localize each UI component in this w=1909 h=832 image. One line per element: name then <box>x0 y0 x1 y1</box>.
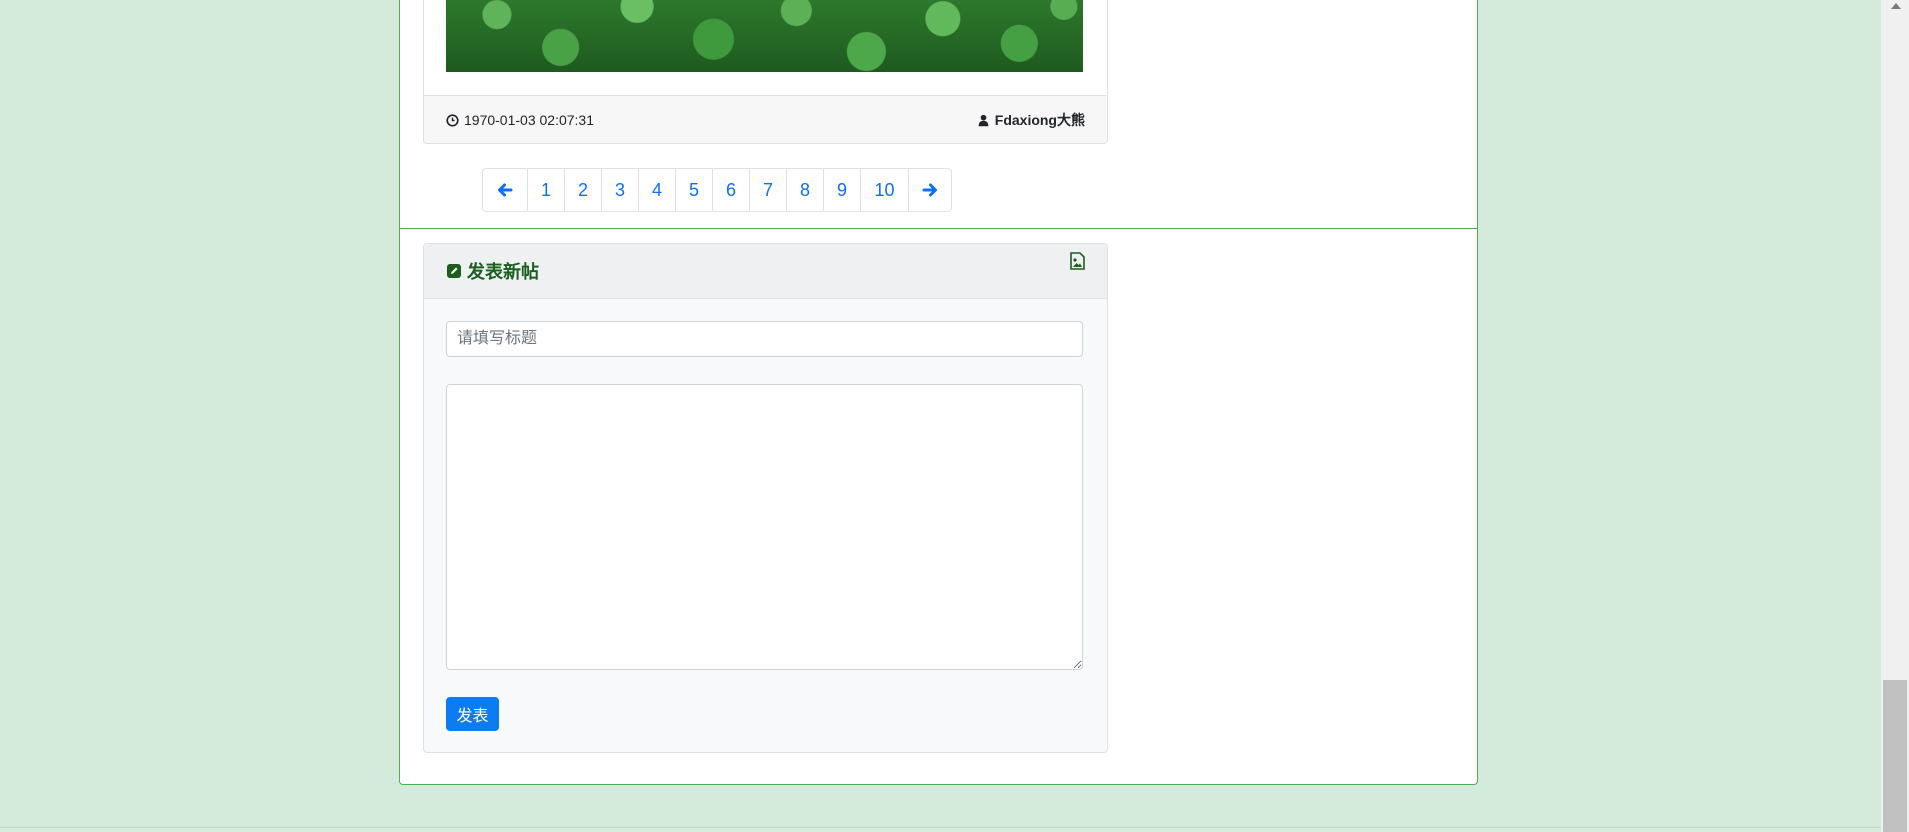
page-link-7[interactable]: 7 <box>749 169 786 211</box>
page-link-10[interactable]: 10 <box>860 169 908 211</box>
scrollbar-thumb[interactable] <box>1883 680 1907 832</box>
new-post-form: 发表新帖 发表 <box>423 243 1108 753</box>
image-upload-button[interactable] <box>1070 251 1085 275</box>
scroll-up-icon[interactable] <box>1891 3 1901 9</box>
post-footer: 1970-01-03 02:07:31 Fdaxiong大熊 <box>424 95 1107 143</box>
post-timestamp: 1970-01-03 02:07:31 <box>464 112 594 128</box>
post-time: 1970-01-03 02:07:31 <box>446 112 594 128</box>
page-link-8[interactable]: 8 <box>786 169 823 211</box>
prev-page-button[interactable] <box>483 169 527 211</box>
clock-icon <box>446 113 459 127</box>
post-author[interactable]: Fdaxiong大熊 <box>977 110 1085 130</box>
new-post-header: 发表新帖 <box>424 244 1107 299</box>
main-container: 1970-01-03 02:07:31 Fdaxiong大熊 1 2 3 4 5… <box>399 0 1478 785</box>
scrollbar[interactable] <box>1881 0 1909 832</box>
new-post-heading: 发表新帖 <box>467 262 539 282</box>
page-link-5[interactable]: 5 <box>675 169 712 211</box>
new-post-title: 发表新帖 <box>446 258 539 284</box>
submit-post-button[interactable]: 发表 <box>446 697 499 731</box>
arrow-right-icon <box>922 183 937 197</box>
arrow-left-icon <box>498 183 513 197</box>
post-content-textarea[interactable] <box>446 384 1083 670</box>
image-file-icon <box>1070 251 1085 270</box>
bottom-edge <box>0 827 1881 828</box>
section-divider <box>400 228 1477 229</box>
page-link-4[interactable]: 4 <box>638 169 675 211</box>
page-link-2[interactable]: 2 <box>564 169 601 211</box>
page-link-6[interactable]: 6 <box>712 169 749 211</box>
page-link-3[interactable]: 3 <box>601 169 638 211</box>
page-link-9[interactable]: 9 <box>823 169 860 211</box>
user-icon <box>978 114 989 126</box>
edit-icon <box>447 264 461 278</box>
pagination: 1 2 3 4 5 6 7 8 9 10 <box>482 168 952 212</box>
post-image <box>446 0 1083 72</box>
post-card: 1970-01-03 02:07:31 Fdaxiong大熊 <box>423 0 1108 144</box>
post-title-input[interactable] <box>446 321 1083 357</box>
next-page-button[interactable] <box>908 169 951 211</box>
post-author-name: Fdaxiong大熊 <box>994 112 1085 128</box>
page-link-1[interactable]: 1 <box>527 169 564 211</box>
